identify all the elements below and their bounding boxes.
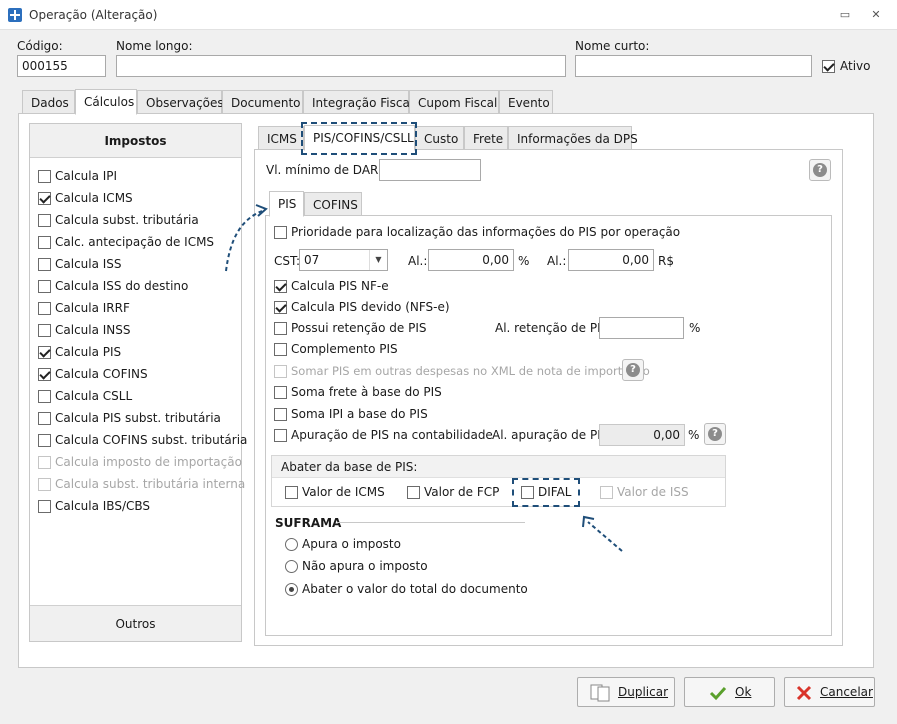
duplicar-label: Duplicar: [618, 685, 669, 699]
imposto-checkbox[interactable]: [38, 478, 51, 491]
tab-calculos[interactable]: Cálculos: [75, 89, 137, 115]
tab-observacoes[interactable]: Observações: [137, 90, 224, 114]
tab-informacoes-dps[interactable]: Informações da DPS: [508, 126, 638, 150]
imposto-label: Calc. antecipação de ICMS: [55, 235, 215, 249]
duplicar-button[interactable]: Duplicar: [577, 677, 675, 707]
imposto-label: Calcula imposto de importação: [55, 455, 242, 469]
tab-cupom-fiscal[interactable]: Cupom Fiscal: [409, 90, 499, 114]
tab-cofins[interactable]: COFINS: [304, 192, 362, 216]
imposto-label: Calcula PIS subst. tributária: [55, 411, 221, 425]
title-bar: Operação (Alteração) ▭ ✕: [0, 0, 897, 30]
imposto-checkbox[interactable]: [38, 456, 51, 469]
imposto-label: Calcula ISS: [55, 257, 122, 271]
help-icon[interactable]: ?: [809, 159, 831, 181]
app-icon: [8, 8, 22, 22]
nome-curto-label: Nome curto:: [575, 39, 650, 53]
tab-pis[interactable]: PIS: [269, 191, 304, 217]
impostos-title: Impostos: [30, 124, 241, 158]
tab-dados[interactable]: Dados: [22, 90, 75, 114]
tab-custo[interactable]: Custo: [415, 126, 464, 150]
window-title: Operação (Alteração): [29, 8, 158, 22]
codigo-input[interactable]: 000155: [17, 55, 106, 77]
tab-evento[interactable]: Evento: [499, 90, 553, 114]
imposto-checkbox[interactable]: [38, 170, 51, 183]
nome-longo-input[interactable]: [116, 55, 566, 77]
imposto-label: Calcula PIS: [55, 345, 122, 359]
darf-label: Vl. mínimo de DARF:: [266, 163, 389, 177]
nome-curto-input[interactable]: [575, 55, 812, 77]
cancelar-button[interactable]: Cancelar: [784, 677, 875, 707]
imposto-label: Calcula COFINS: [55, 367, 148, 381]
imposto-label: Calcula ICMS: [55, 191, 133, 205]
imposto-checkbox[interactable]: [38, 434, 51, 447]
imposto-checkbox[interactable]: [38, 390, 51, 403]
check-icon: [709, 686, 727, 701]
highlight-pis-cofins-tab: [301, 122, 417, 155]
imposto-checkbox[interactable]: [38, 302, 51, 315]
imposto-checkbox[interactable]: [38, 280, 51, 293]
close-icon[interactable]: ✕: [869, 8, 883, 22]
codigo-label: Código:: [17, 39, 63, 53]
restore-icon[interactable]: ▭: [838, 8, 852, 22]
imposto-label: Calcula subst. tributária interna: [55, 477, 246, 491]
imposto-checkbox[interactable]: [38, 412, 51, 425]
tab-icms[interactable]: ICMS: [258, 126, 304, 150]
ok-button[interactable]: Ok: [684, 677, 775, 707]
imposto-checkbox[interactable]: [38, 192, 51, 205]
ativo-label: Ativo: [840, 59, 871, 73]
pis-panel: [265, 215, 832, 636]
imposto-label: Calcula COFINS subst. tributária: [55, 433, 248, 447]
imposto-label: Calcula IBS/CBS: [55, 499, 151, 513]
imposto-label: Calcula subst. tributária: [55, 213, 199, 227]
imposto-checkbox[interactable]: [38, 346, 51, 359]
imposto-label: Calcula INSS: [55, 323, 131, 337]
imposto-label: Calcula IRRF: [55, 301, 130, 315]
ativo-checkbox[interactable]: [822, 60, 835, 73]
imposto-label: Calcula CSLL: [55, 389, 133, 403]
nome-longo-label: Nome longo:: [116, 39, 193, 53]
impostos-panel: Impostos Calcula IPI Calcula ICMS Calcula …: [29, 123, 247, 642]
imposto-checkbox[interactable]: [38, 324, 51, 337]
darf-input[interactable]: [379, 159, 481, 181]
imposto-checkbox[interactable]: [38, 500, 51, 513]
outros-button[interactable]: Outros: [30, 605, 241, 641]
imposto-checkbox[interactable]: [38, 236, 51, 249]
cancel-x-icon: [796, 685, 812, 701]
imposto-label: Calcula IPI: [55, 169, 118, 183]
imposto-checkbox[interactable]: [38, 368, 51, 381]
tab-documento[interactable]: Documento: [222, 90, 303, 114]
imposto-checkbox[interactable]: [38, 214, 51, 227]
imposto-checkbox[interactable]: [38, 258, 51, 271]
tab-integracao-fiscal[interactable]: Integração Fiscal: [303, 90, 413, 114]
imposto-label: Calcula ISS do destino: [55, 279, 189, 293]
duplicate-icon: [590, 684, 610, 702]
cancelar-label: Cancelar: [820, 685, 873, 699]
ok-label: Ok: [735, 685, 752, 699]
tab-frete[interactable]: Frete: [464, 126, 508, 150]
